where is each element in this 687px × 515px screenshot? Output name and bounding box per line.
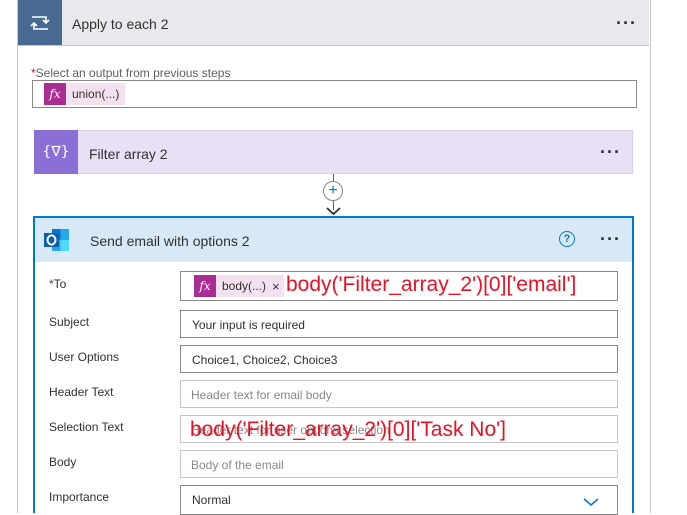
fx-icon: fx (194, 275, 216, 297)
help-icon[interactable]: ? (559, 231, 575, 247)
union-token-label: union(...) (72, 87, 120, 101)
fx-icon: fx (44, 83, 66, 105)
body-token[interactable]: fx body(...) × (194, 275, 284, 297)
send-email-title: Send email with options 2 (90, 233, 250, 249)
body-label: Body (49, 455, 77, 469)
output-label: *Select an output from previous steps (31, 66, 231, 80)
body-placeholder: Body of the email (191, 458, 284, 472)
apply-to-each-title: Apply to each 2 (72, 16, 169, 32)
add-step-button[interactable]: + (323, 181, 343, 201)
filter-array-icon: {∇} (34, 130, 78, 174)
header-text-placeholder: Header text for email body (191, 388, 332, 402)
send-email-menu-button[interactable]: ··· (600, 230, 621, 248)
plus-icon: + (328, 182, 338, 199)
importance-label: Importance (49, 490, 110, 504)
selection-expression-annotation: body('Filter_array_2')[0]['Task No'] (190, 418, 506, 441)
user-options-label: User Options (49, 350, 120, 364)
union-token[interactable]: fx union(...) (44, 83, 126, 105)
remove-token-icon[interactable]: × (272, 279, 284, 294)
filter-array-title: Filter array 2 (89, 146, 168, 162)
header-text-label: Header Text (49, 385, 114, 399)
selection-text-label: Selection Text (49, 420, 124, 434)
to-expression-annotation: body('Filter_array_2')[0]['email'] (286, 273, 577, 296)
subject-label: Subject (49, 315, 90, 329)
apply-to-each-menu-button[interactable]: ··· (616, 14, 637, 32)
loop-icon (18, 0, 62, 45)
outlook-icon (35, 218, 79, 262)
body-token-label: body(...) (222, 279, 267, 293)
user-options-value: Choice1, Choice2, Choice3 (192, 353, 338, 367)
importance-value: Normal (192, 493, 231, 507)
subject-value: Your input is required (192, 318, 305, 332)
chevron-down-icon[interactable] (583, 494, 599, 512)
filter-array-menu-button[interactable]: ··· (600, 143, 621, 161)
importance-select[interactable] (180, 485, 618, 515)
to-label: *To (49, 277, 67, 291)
